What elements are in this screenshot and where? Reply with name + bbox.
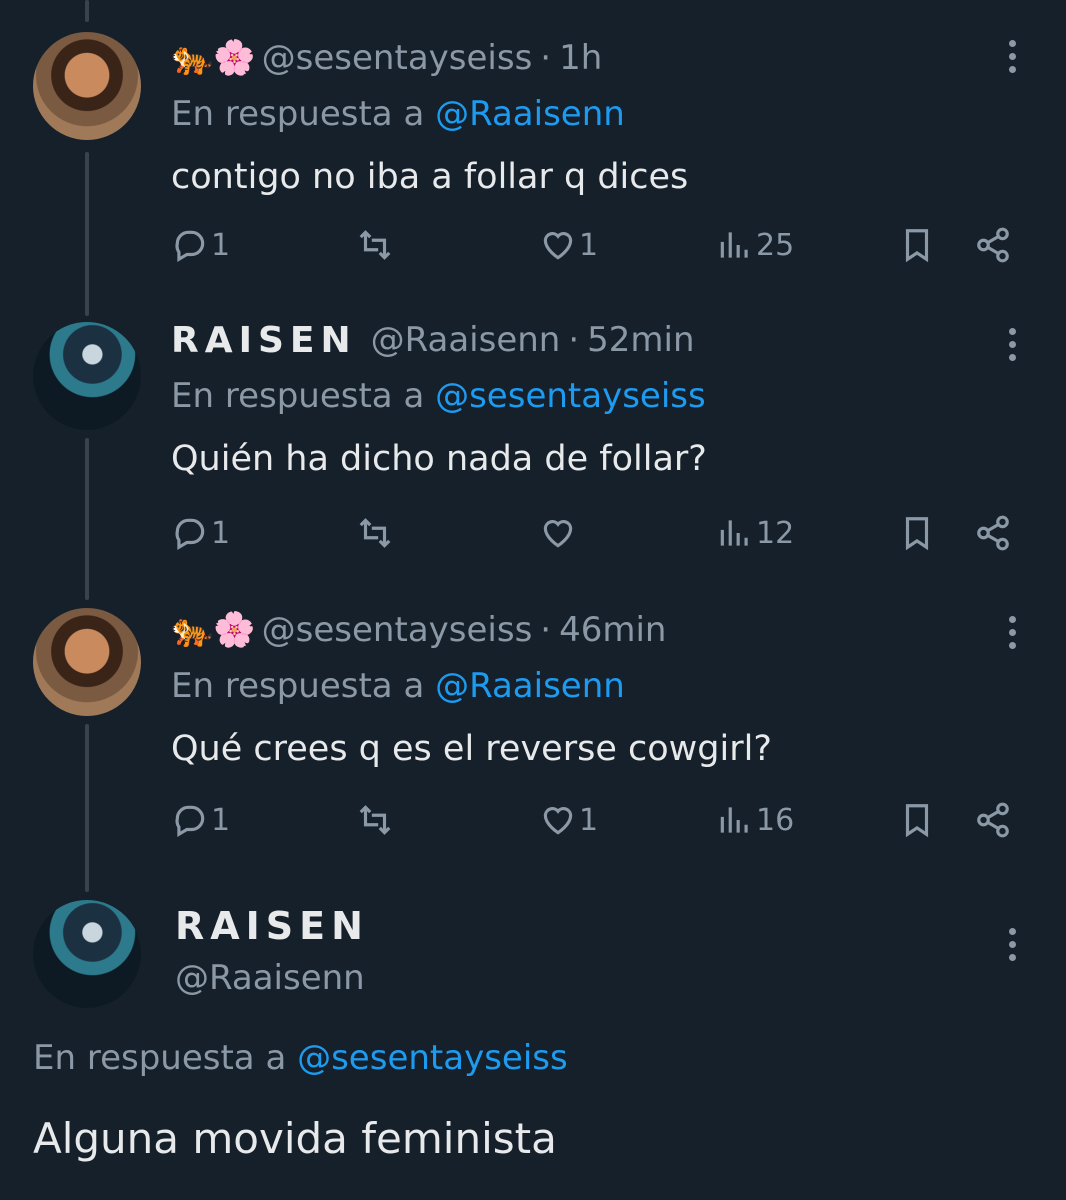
retweet-button[interactable] (356, 220, 394, 270)
display-name-emoji: 🐅🌸 (171, 38, 256, 78)
reply-count: 1 (211, 515, 231, 551)
main-tweet: RAISEN @Raaisenn En respuesta a @sesenta… (0, 898, 1066, 1198)
reply-button[interactable]: 1 (171, 795, 230, 845)
bookmark-icon (905, 229, 929, 263)
bookmark-button[interactable] (898, 220, 936, 270)
retweet-icon (359, 518, 391, 548)
tweet-text: Quién ha dicho nada de follar? (171, 439, 707, 479)
reply-context: En respuesta a @sesentayseiss (171, 368, 1066, 424)
display-name-emoji: 🐅🌸 (171, 610, 256, 650)
avatar[interactable] (33, 900, 141, 1008)
reply-mention-link[interactable]: @Raaisenn (435, 94, 625, 134)
reply-count: 1 (211, 802, 231, 838)
reply-context: En respuesta a @Raaisenn (171, 658, 1066, 714)
separator-dot: · (540, 610, 552, 650)
tweet-text: Qué crees q es el reverse cowgirl? (171, 729, 772, 769)
timestamp[interactable]: 1h (559, 38, 602, 78)
timestamp[interactable]: 46min (559, 610, 666, 650)
reply-prefix: En respuesta a (171, 666, 425, 706)
retweet-button[interactable] (356, 508, 394, 558)
tweet-text: Alguna movida feminista (33, 1114, 557, 1163)
reply-mention-link[interactable]: @sesentayseiss (435, 376, 706, 416)
reply-count: 1 (211, 227, 231, 263)
reply-icon (175, 518, 205, 551)
views-button[interactable]: 25 (716, 220, 794, 270)
views-icon (720, 232, 748, 258)
like-button[interactable]: 1 (539, 795, 598, 845)
more-icon[interactable] (1000, 40, 1024, 73)
tweet-header: 🐅🌸 @sesentayseiss · 46min (171, 602, 1066, 658)
bookmark-button[interactable] (898, 508, 936, 558)
user-handle[interactable]: @sesentayseiss (262, 38, 533, 78)
more-icon[interactable] (1000, 616, 1024, 649)
user-handle[interactable]: @Raaisenn (371, 320, 561, 360)
views-icon (720, 807, 748, 833)
reply-icon (175, 805, 205, 838)
reply-mention-link[interactable]: @Raaisenn (435, 666, 625, 706)
views-icon (720, 520, 748, 546)
reply-context: En respuesta a @Raaisenn (171, 86, 1066, 142)
bookmark-icon (905, 517, 929, 551)
user-handle[interactable]: @Raaisenn (175, 952, 369, 1004)
views-button[interactable]: 12 (716, 508, 794, 558)
share-button[interactable] (974, 508, 1012, 558)
reply-button[interactable]: 1 (171, 220, 230, 270)
like-count: 1 (579, 802, 599, 838)
retweet-button[interactable] (356, 795, 394, 845)
bookmark-button[interactable] (898, 795, 936, 845)
retweet-icon (359, 805, 391, 835)
display-name[interactable]: RAISEN (175, 904, 369, 952)
tweet-text: contigo no iba a follar q dices (171, 157, 689, 197)
tweet-header: RAISEN @Raaisenn · 52min (171, 312, 1066, 368)
reply-button[interactable]: 1 (171, 508, 230, 558)
avatar[interactable] (33, 608, 141, 716)
reply-icon (175, 230, 205, 263)
reply-prefix: En respuesta a (33, 1038, 287, 1078)
avatar[interactable] (33, 322, 141, 430)
views-count: 16 (756, 802, 795, 838)
reply-context: En respuesta a @sesentayseiss (33, 1038, 568, 1078)
more-icon[interactable] (1000, 928, 1024, 961)
like-icon (543, 807, 573, 835)
like-count: 1 (579, 227, 599, 263)
views-count: 25 (756, 227, 795, 263)
share-icon (977, 515, 1009, 551)
separator-dot: · (568, 320, 580, 360)
share-button[interactable] (974, 795, 1012, 845)
separator-dot: · (540, 38, 552, 78)
reply-prefix: En respuesta a (171, 376, 425, 416)
more-icon[interactable] (1000, 328, 1024, 361)
reply-mention-link[interactable]: @sesentayseiss (297, 1038, 568, 1078)
share-icon (977, 227, 1009, 263)
like-icon (543, 232, 573, 260)
like-icon (543, 520, 573, 548)
bookmark-icon (905, 804, 929, 838)
thread-line (85, 152, 89, 316)
user-handle[interactable]: @sesentayseiss (262, 610, 533, 650)
like-button[interactable]: 1 (539, 220, 598, 270)
tweet-header: 🐅🌸 @sesentayseiss · 1h (171, 30, 1066, 86)
views-button[interactable]: 16 (716, 795, 794, 845)
thread-line (85, 0, 89, 22)
timestamp[interactable]: 52min (587, 320, 694, 360)
share-button[interactable] (974, 220, 1012, 270)
avatar[interactable] (33, 32, 141, 140)
share-icon (977, 802, 1009, 838)
thread-line (85, 438, 89, 600)
retweet-icon (359, 230, 391, 260)
like-button[interactable] (539, 508, 579, 558)
reply-prefix: En respuesta a (171, 94, 425, 134)
views-count: 12 (756, 515, 795, 551)
display-name[interactable]: RAISEN (171, 320, 357, 361)
thread-line (85, 724, 89, 892)
